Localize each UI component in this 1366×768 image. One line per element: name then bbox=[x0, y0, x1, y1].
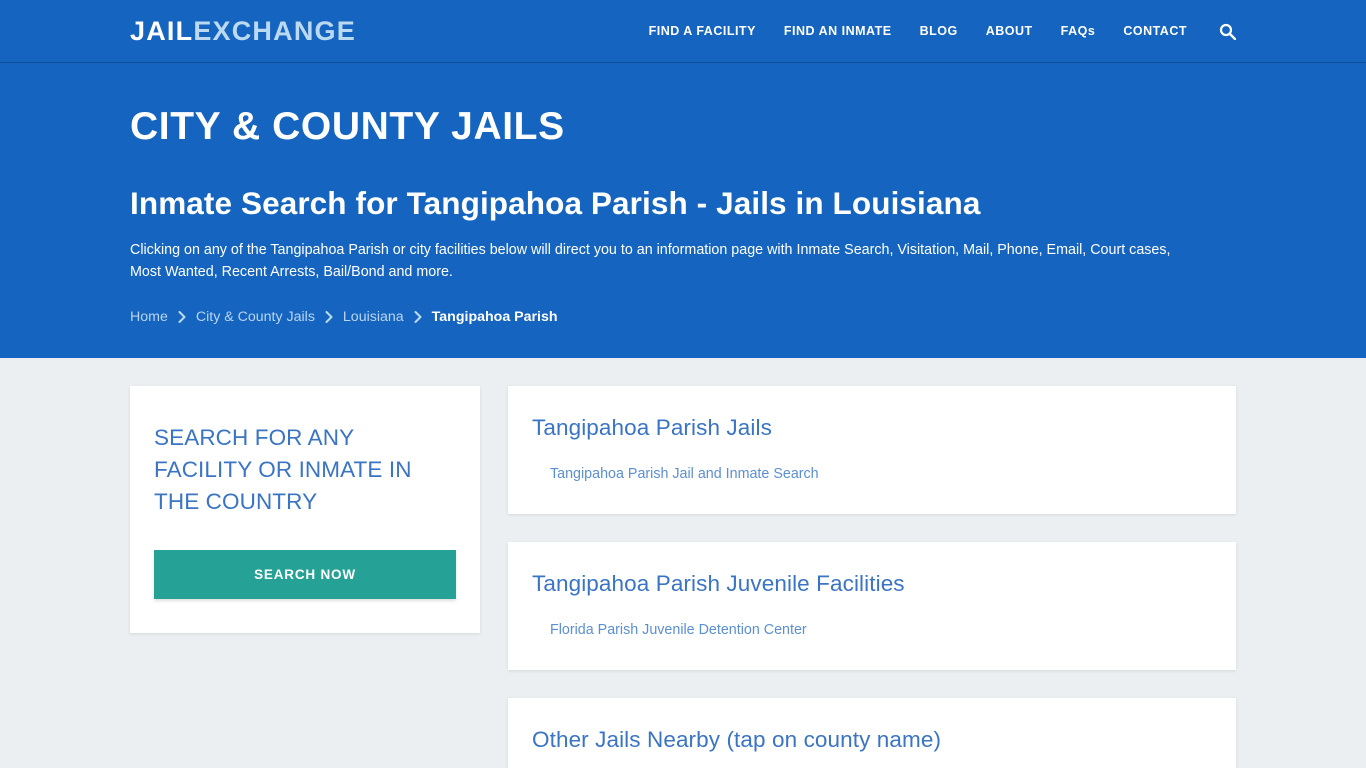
search-icon[interactable] bbox=[1201, 23, 1236, 40]
search-now-button[interactable]: SEARCH NOW bbox=[154, 549, 456, 599]
header-inner: JAILEXCHANGE FIND A FACILITY FIND AN INM… bbox=[128, 15, 1238, 46]
breadcrumb-item-city-county-jails[interactable]: City & County Jails bbox=[196, 309, 315, 325]
search-facility-card: SEARCH FOR ANY FACILITY OR INMATE IN THE… bbox=[130, 386, 480, 633]
breadcrumb-item-home[interactable]: Home bbox=[130, 309, 168, 325]
nav-find-an-inmate[interactable]: FIND AN INMATE bbox=[770, 25, 906, 38]
breadcrumb-item-louisiana[interactable]: Louisiana bbox=[343, 309, 404, 325]
site-logo[interactable]: JAILEXCHANGE bbox=[130, 15, 356, 46]
facility-link[interactable]: Florida Parish Juvenile Detention Center bbox=[532, 620, 807, 640]
breadcrumb: Home City & County Jails Louisiana Tangi… bbox=[130, 309, 1236, 325]
hero-description: Clicking on any of the Tangipahoa Parish… bbox=[130, 241, 1171, 280]
main-navigation: FIND A FACILITY FIND AN INMATE BLOG ABOU… bbox=[635, 23, 1236, 40]
facility-cards-column: Tangipahoa Parish Jails Tangipahoa Paris… bbox=[508, 386, 1236, 768]
sidebar: SEARCH FOR ANY FACILITY OR INMATE IN THE… bbox=[130, 386, 480, 633]
facility-card-nearby: Other Jails Nearby (tap on county name) bbox=[508, 698, 1236, 768]
hero-inner: CITY & COUNTY JAILS Inmate Search for Ta… bbox=[128, 105, 1238, 325]
chevron-right-icon bbox=[168, 311, 196, 323]
nav-about[interactable]: ABOUT bbox=[972, 25, 1047, 38]
nav-blog[interactable]: BLOG bbox=[906, 25, 972, 38]
page-title: Inmate Search for Tangipahoa Parish - Ja… bbox=[130, 184, 981, 221]
facility-card-title: Tangipahoa Parish Jails bbox=[532, 415, 772, 440]
chevron-right-icon bbox=[315, 311, 343, 323]
chevron-right-icon bbox=[404, 311, 432, 323]
facility-card-title: Other Jails Nearby (tap on county name) bbox=[532, 727, 942, 753]
breadcrumb-item-current: Tangipahoa Parish bbox=[431, 309, 558, 325]
search-card-title: SEARCH FOR ANY FACILITY OR INMATE IN THE… bbox=[154, 425, 412, 514]
logo-text-exchange: EXCHANGE bbox=[193, 15, 356, 46]
hero-banner: CITY & COUNTY JAILS Inmate Search for Ta… bbox=[0, 63, 1366, 358]
facility-link-list: Florida Parish Juvenile Detention Center bbox=[532, 620, 1212, 640]
site-header: JAILEXCHANGE FIND A FACILITY FIND AN INM… bbox=[0, 0, 1366, 63]
nav-find-a-facility[interactable]: FIND A FACILITY bbox=[635, 25, 770, 38]
facility-card-jails: Tangipahoa Parish Jails Tangipahoa Paris… bbox=[508, 386, 1236, 515]
logo-text-jail: JAIL bbox=[130, 15, 194, 46]
nav-contact[interactable]: CONTACT bbox=[1109, 25, 1201, 38]
list-item: Florida Parish Juvenile Detention Center bbox=[532, 620, 1212, 640]
facility-link-list: Tangipahoa Parish Jail and Inmate Search bbox=[532, 464, 1212, 484]
list-item: Tangipahoa Parish Jail and Inmate Search bbox=[532, 464, 1212, 484]
facility-card-juvenile: Tangipahoa Parish Juvenile Facilities Fl… bbox=[508, 542, 1236, 671]
hero-eyebrow: CITY & COUNTY JAILS bbox=[130, 105, 565, 148]
facility-link[interactable]: Tangipahoa Parish Jail and Inmate Search bbox=[532, 464, 819, 484]
nav-faqs[interactable]: FAQs bbox=[1047, 25, 1110, 38]
page-content: SEARCH FOR ANY FACILITY OR INMATE IN THE… bbox=[128, 358, 1238, 768]
facility-card-title: Tangipahoa Parish Juvenile Facilities bbox=[532, 571, 905, 597]
